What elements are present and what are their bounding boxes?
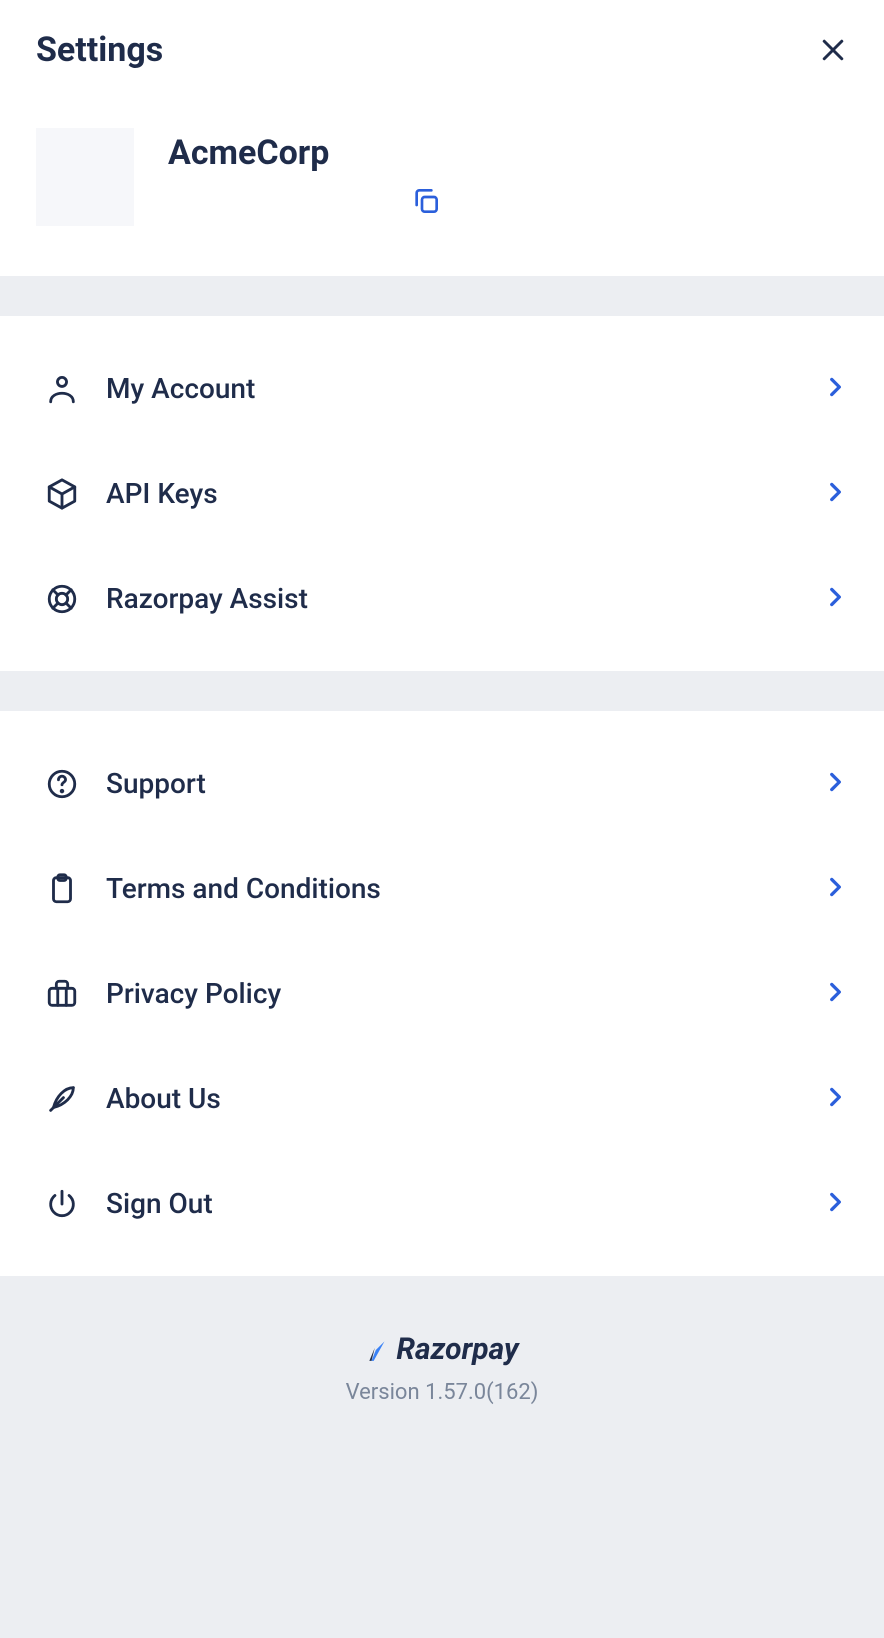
chevron-right-icon — [822, 1189, 848, 1219]
chevron-right-icon — [822, 584, 848, 614]
row-about[interactable]: About Us — [44, 1046, 848, 1151]
row-label: API Keys — [106, 477, 796, 510]
row-label: Razorpay Assist — [106, 582, 796, 615]
row-label: Support — [106, 767, 796, 800]
row-razorpay-assist[interactable]: Razorpay Assist — [44, 546, 848, 651]
brand-mark-icon — [365, 1336, 391, 1364]
clipboard-icon — [44, 872, 80, 906]
row-sign-out[interactable]: Sign Out — [44, 1151, 848, 1256]
brand-logo: Razorpay — [365, 1332, 518, 1367]
chevron-right-icon — [822, 479, 848, 509]
footer: Razorpay Version 1.57.0(162) — [0, 1276, 884, 1449]
user-icon — [44, 372, 80, 406]
row-my-account[interactable]: My Account — [44, 336, 848, 441]
profile-row: AcmeCorp — [36, 128, 848, 226]
feather-icon — [44, 1082, 80, 1116]
avatar — [36, 128, 134, 226]
chevron-right-icon — [822, 374, 848, 404]
page-title: Settings — [36, 30, 163, 70]
profile-section: AcmeCorp — [0, 88, 884, 276]
row-label: My Account — [106, 372, 796, 405]
section-general: Support Terms and Conditions Privacy Pol… — [0, 711, 884, 1276]
business-name: AcmeCorp — [168, 133, 442, 173]
copy-icon — [410, 185, 442, 217]
cube-icon — [44, 477, 80, 511]
row-support[interactable]: Support — [44, 731, 848, 836]
row-api-keys[interactable]: API Keys — [44, 441, 848, 546]
power-icon — [44, 1187, 80, 1221]
header: Settings — [0, 0, 884, 88]
close-icon — [818, 35, 848, 65]
close-button[interactable] — [818, 35, 848, 65]
brand-name: Razorpay — [396, 1332, 518, 1367]
row-label: Terms and Conditions — [106, 872, 796, 905]
row-label: About Us — [106, 1082, 796, 1115]
chevron-right-icon — [822, 874, 848, 904]
divider — [0, 276, 884, 316]
row-privacy[interactable]: Privacy Policy — [44, 941, 848, 1046]
briefcase-icon — [44, 977, 80, 1011]
row-label: Sign Out — [106, 1187, 796, 1220]
chevron-right-icon — [822, 979, 848, 1009]
section-account: My Account API Keys — [0, 316, 884, 671]
divider — [0, 671, 884, 711]
chevron-right-icon — [822, 769, 848, 799]
copy-button[interactable] — [410, 185, 442, 221]
row-label: Privacy Policy — [106, 977, 796, 1010]
question-icon — [44, 767, 80, 801]
lifebuoy-icon — [44, 582, 80, 616]
chevron-right-icon — [822, 1084, 848, 1114]
row-terms[interactable]: Terms and Conditions — [44, 836, 848, 941]
version-text: Version 1.57.0(162) — [0, 1380, 884, 1405]
